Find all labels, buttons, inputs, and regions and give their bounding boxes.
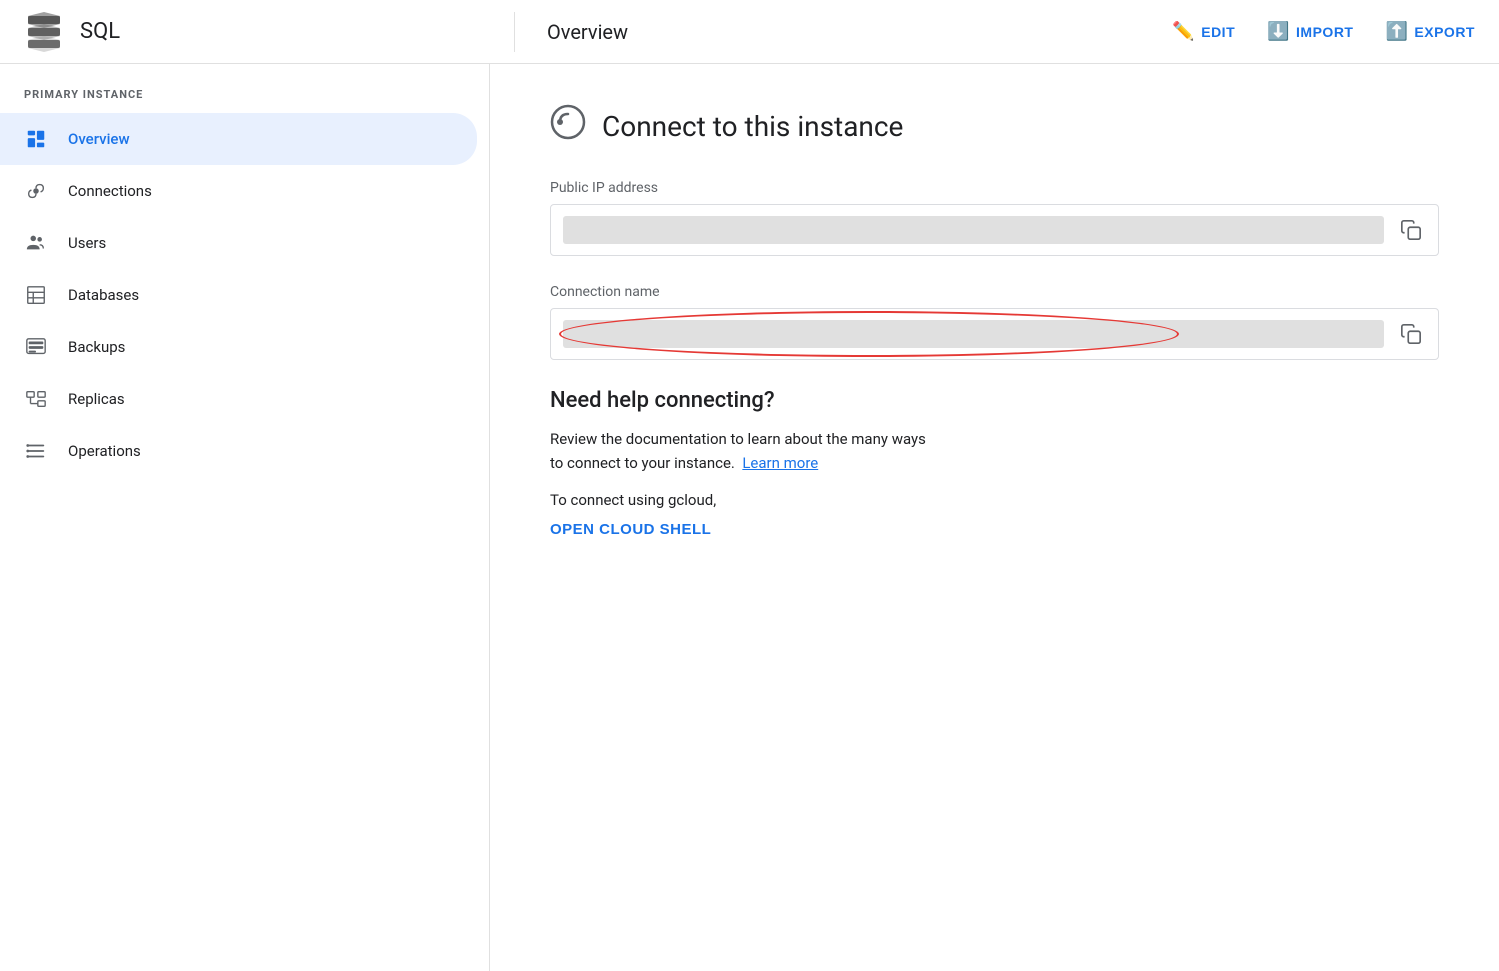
top-header: SQL Overview ✏️ EDIT ⬇️ IMPORT ⬆️ EXPORT (0, 0, 1499, 64)
backups-icon (24, 335, 48, 359)
connection-name-field-row (550, 308, 1439, 360)
main-layout: PRIMARY INSTANCE Overview Connections (0, 64, 1499, 971)
overview-icon (24, 127, 48, 151)
users-icon (24, 231, 48, 255)
help-text-line1: Review the documentation to learn about … (550, 430, 926, 448)
export-button[interactable]: ⬆️ EXPORT (1386, 21, 1476, 42)
content-area: Connect to this instance Public IP addre… (490, 64, 1499, 971)
connection-name-label: Connection name (550, 284, 1439, 300)
sidebar-item-databases[interactable]: Databases (0, 269, 477, 321)
public-ip-field-group: Public IP address (550, 180, 1439, 256)
connect-title: Connect to this instance (602, 110, 903, 143)
connect-header: Connect to this instance (550, 104, 1439, 148)
sidebar-item-label-operations: Operations (68, 442, 141, 460)
sidebar-section-label: PRIMARY INSTANCE (0, 88, 489, 113)
help-text: Review the documentation to learn about … (550, 427, 1439, 475)
edit-icon: ✏️ (1172, 21, 1195, 42)
public-ip-field-row (550, 204, 1439, 256)
public-ip-copy-button[interactable] (1396, 215, 1426, 245)
public-ip-label: Public IP address (550, 180, 1439, 196)
learn-more-link[interactable]: Learn more (742, 454, 818, 472)
sidebar-item-label-replicas: Replicas (68, 390, 125, 408)
public-ip-value (563, 216, 1384, 244)
connection-name-value (563, 320, 1384, 348)
sidebar-item-label-users: Users (68, 234, 106, 252)
help-text-line2: to connect to your instance. (550, 454, 735, 472)
header-actions: Overview ✏️ EDIT ⬇️ IMPORT ⬆️ EXPORT (547, 20, 1475, 44)
sidebar-item-users[interactable]: Users (0, 217, 477, 269)
sidebar-item-replicas[interactable]: Replicas (0, 373, 477, 425)
import-button[interactable]: ⬇️ IMPORT (1267, 21, 1353, 42)
sidebar-item-label-connections: Connections (68, 182, 152, 200)
databases-icon (24, 283, 48, 307)
sidebar-item-connections[interactable]: Connections (0, 165, 477, 217)
connect-icon (550, 104, 586, 148)
connection-name-copy-button[interactable] (1396, 319, 1426, 349)
sql-logo-icon (24, 12, 64, 52)
sidebar-item-operations[interactable]: Operations (0, 425, 477, 477)
header-divider (514, 12, 515, 52)
sidebar-item-label-backups: Backups (68, 338, 125, 356)
sidebar-item-overview[interactable]: Overview (0, 113, 477, 165)
gcloud-text: To connect using gcloud, (550, 491, 1439, 509)
import-icon: ⬇️ (1267, 21, 1290, 42)
connections-icon (24, 179, 48, 203)
open-cloud-shell-button[interactable]: OPEN CLOUD SHELL (550, 521, 711, 538)
sidebar-item-label-databases: Databases (68, 286, 139, 304)
help-title: Need help connecting? (550, 388, 1439, 413)
operations-icon (24, 439, 48, 463)
sidebar-item-label-overview: Overview (68, 130, 130, 148)
sidebar: PRIMARY INSTANCE Overview Connections (0, 64, 490, 971)
help-section: Need help connecting? Review the documen… (550, 388, 1439, 538)
export-icon: ⬆️ (1386, 21, 1409, 42)
connection-name-field-group: Connection name (550, 284, 1439, 360)
logo-area: SQL (24, 12, 514, 52)
replicas-icon (24, 387, 48, 411)
page-title: Overview (547, 20, 1140, 44)
edit-button[interactable]: ✏️ EDIT (1172, 21, 1235, 42)
sidebar-item-backups[interactable]: Backups (0, 321, 477, 373)
app-title: SQL (80, 19, 120, 44)
